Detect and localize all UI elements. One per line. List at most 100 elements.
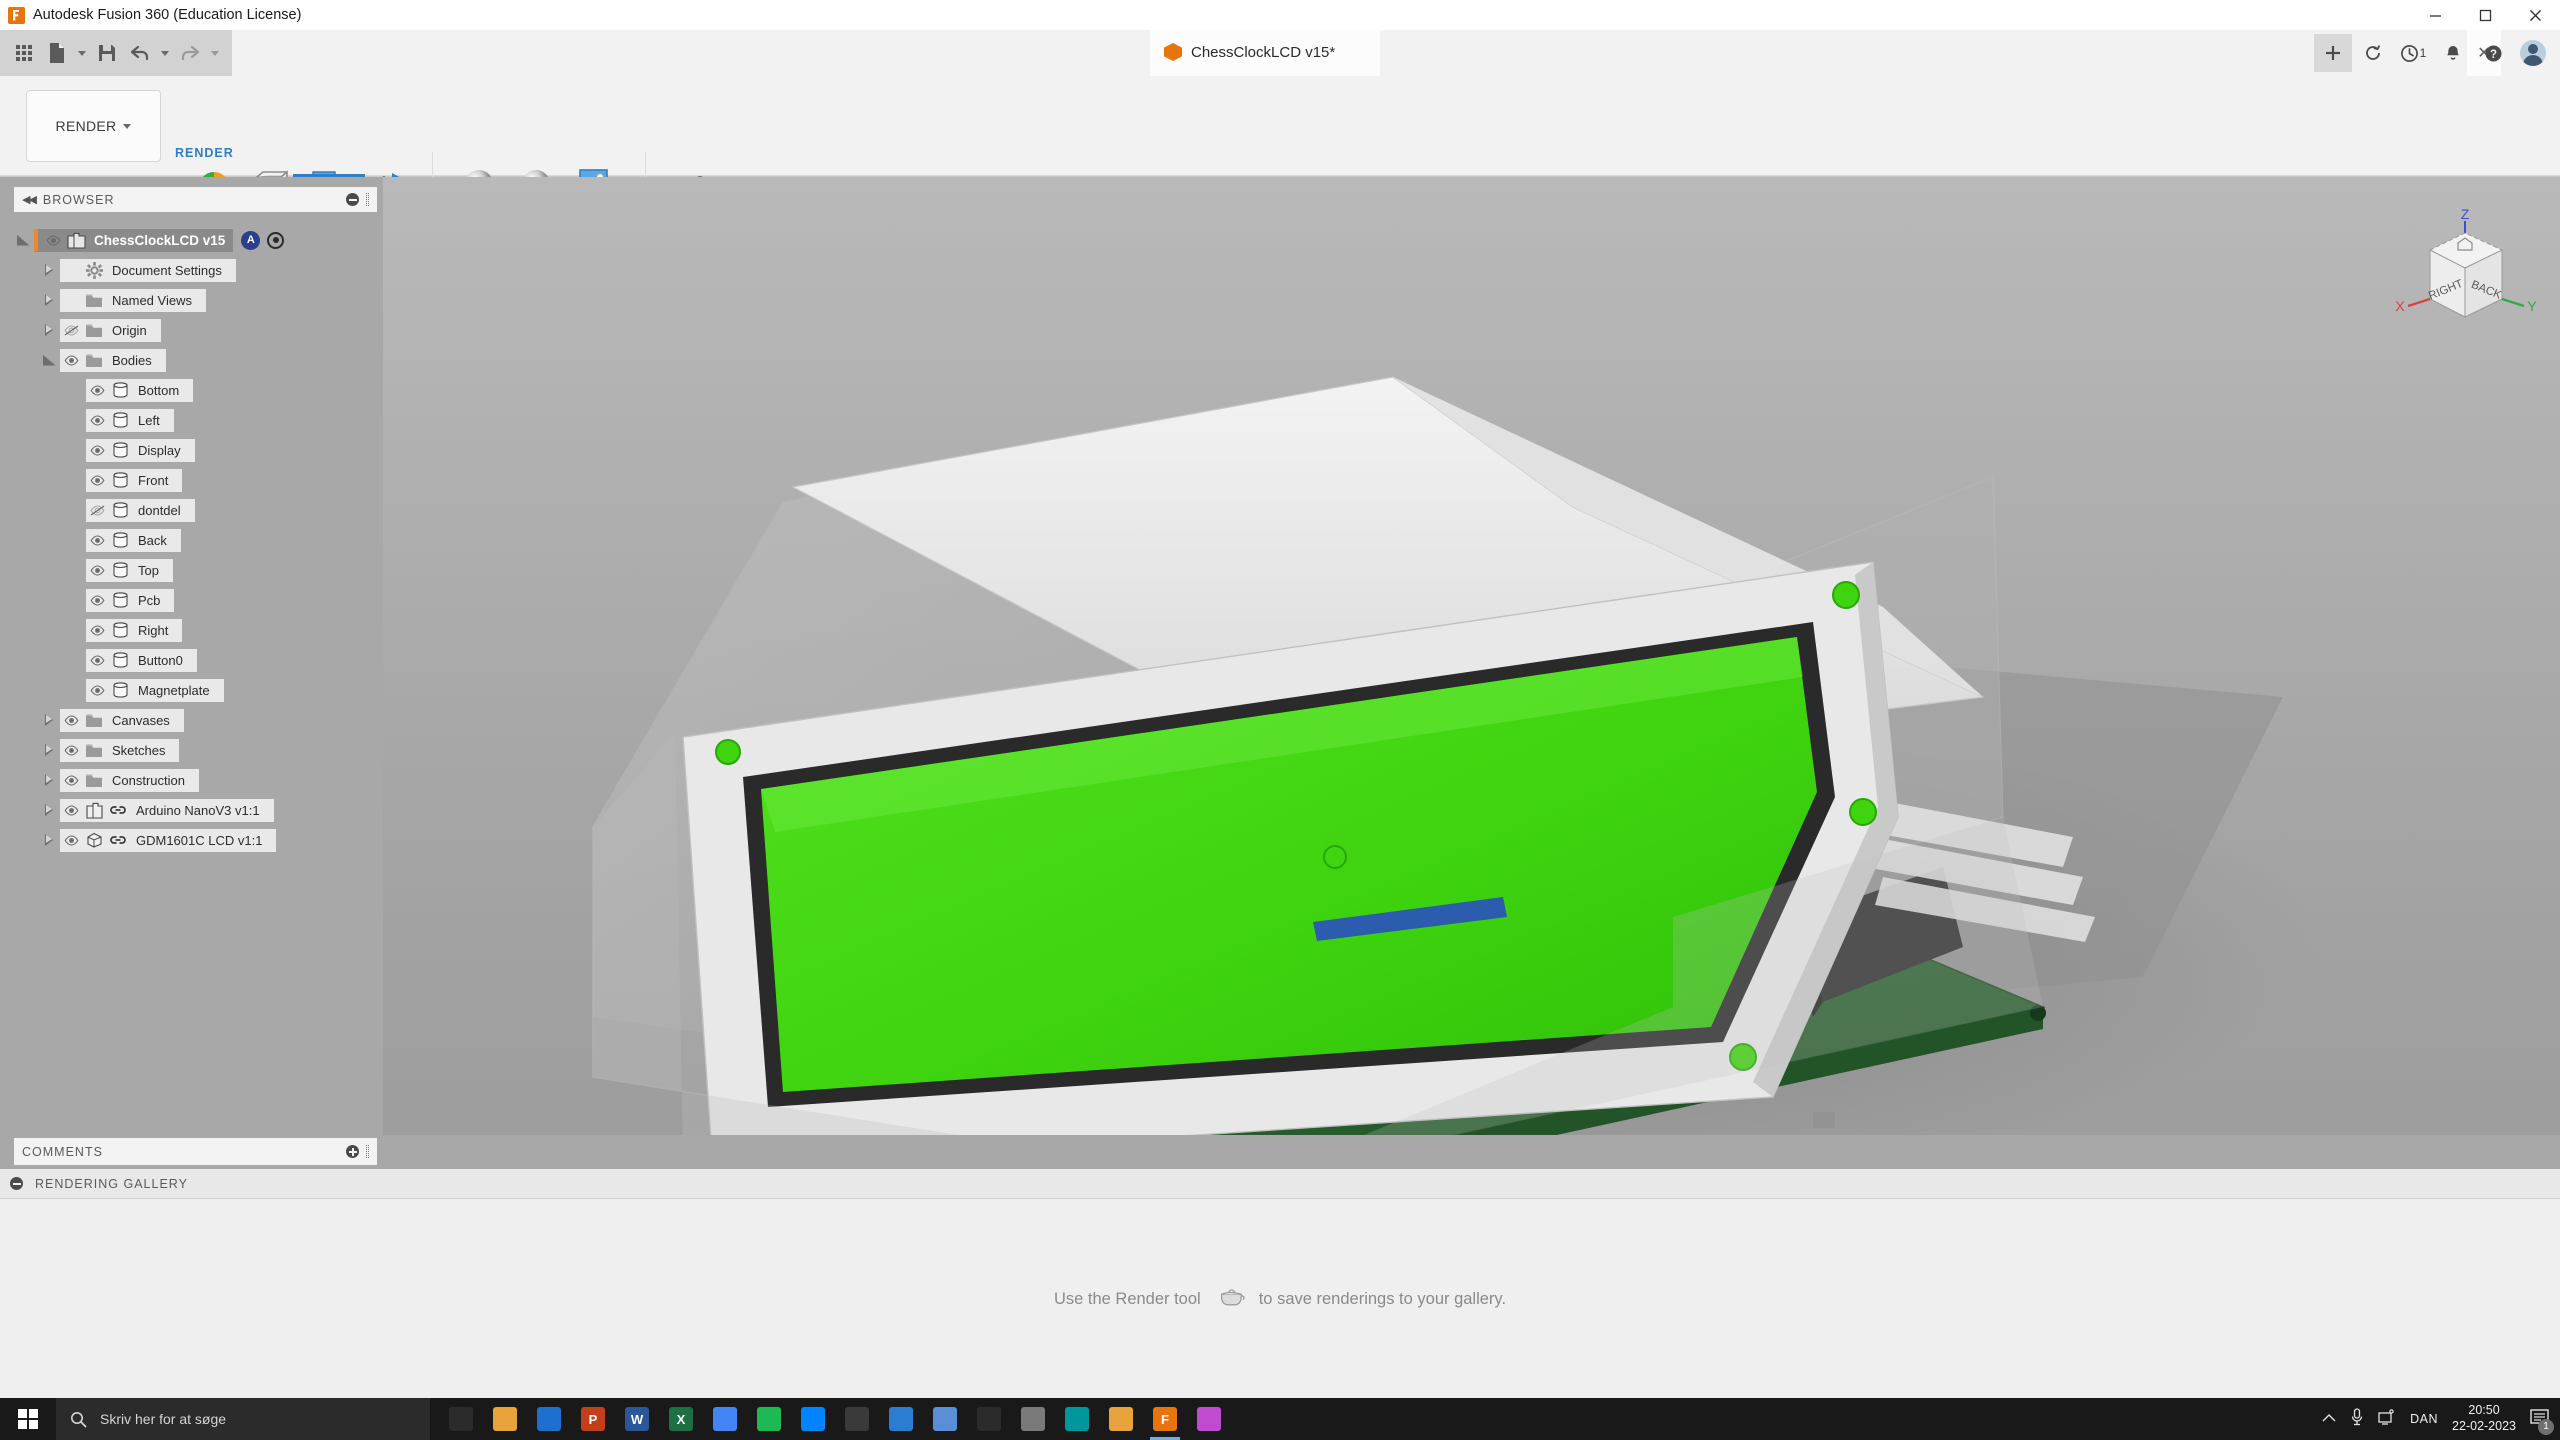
visibility-off-icon[interactable] bbox=[60, 324, 82, 336]
visibility-on-icon[interactable] bbox=[86, 534, 108, 546]
close-window-button[interactable] bbox=[2510, 0, 2560, 30]
tree-node-bodies[interactable]: Bodies bbox=[0, 345, 383, 375]
taskbar-app-slicer[interactable] bbox=[1100, 1398, 1142, 1440]
activate-component-radio[interactable] bbox=[267, 231, 285, 249]
undo-dropdown[interactable] bbox=[158, 38, 171, 68]
visibility-on-icon[interactable] bbox=[60, 354, 82, 366]
tree-node-left[interactable]: Left bbox=[0, 405, 383, 435]
tree-node-document-settings[interactable]: Document Settings bbox=[0, 255, 383, 285]
visibility-on-icon[interactable] bbox=[60, 834, 82, 846]
taskbar-app-vscode[interactable] bbox=[880, 1398, 922, 1440]
taskbar-app-terminal[interactable] bbox=[968, 1398, 1010, 1440]
visibility-on-icon[interactable] bbox=[86, 684, 108, 696]
collapse-arrow-icon[interactable] bbox=[12, 234, 34, 246]
visibility-on-icon[interactable] bbox=[86, 564, 108, 576]
new-document-tab-button[interactable] bbox=[2314, 34, 2352, 72]
expand-arrow-icon[interactable] bbox=[38, 803, 60, 817]
taskbar-app-task-view[interactable] bbox=[440, 1398, 482, 1440]
tree-node-display[interactable]: Display bbox=[0, 435, 383, 465]
redo-dropdown[interactable] bbox=[209, 38, 222, 68]
taskbar-app-outlook[interactable] bbox=[528, 1398, 570, 1440]
viewcube[interactable]: Z RIGHT BACK X Y bbox=[2390, 205, 2540, 340]
tree-node-top[interactable]: Top bbox=[0, 555, 383, 585]
tree-node-pcb[interactable]: Pcb bbox=[0, 585, 383, 615]
document-tab-chessclocklcd[interactable]: ChessClockLCD v15* bbox=[1150, 30, 1380, 76]
tree-node-named-views[interactable]: Named Views bbox=[0, 285, 383, 315]
expand-arrow-icon[interactable] bbox=[38, 743, 60, 757]
taskbar-app-word[interactable]: W bbox=[616, 1398, 658, 1440]
minimize-button[interactable] bbox=[2410, 0, 2460, 30]
taskbar-app-paint[interactable] bbox=[1188, 1398, 1230, 1440]
user-avatar[interactable] bbox=[2514, 34, 2552, 72]
visibility-on-icon[interactable] bbox=[60, 744, 82, 756]
expand-arrow-icon[interactable] bbox=[38, 263, 60, 277]
visibility-on-icon[interactable] bbox=[60, 804, 82, 816]
tree-node-construction[interactable]: Construction bbox=[0, 765, 383, 795]
clock[interactable]: 20:50 22-02-2023 bbox=[2452, 1403, 2516, 1434]
start-icon[interactable] bbox=[0, 1398, 56, 1440]
gallery-collapse-icon[interactable] bbox=[10, 1177, 23, 1190]
browser-collapse-all-icon[interactable] bbox=[346, 193, 359, 206]
tree-node-magnetplate[interactable]: Magnetplate bbox=[0, 675, 383, 705]
tree-node-sketches[interactable]: Sketches bbox=[0, 735, 383, 765]
taskbar-app-chrome[interactable] bbox=[704, 1398, 746, 1440]
taskbar-app-arduino[interactable] bbox=[1056, 1398, 1098, 1440]
tree-node-bottom[interactable]: Bottom bbox=[0, 375, 383, 405]
new-document-dropdown[interactable] bbox=[76, 38, 89, 68]
visibility-on-icon[interactable] bbox=[60, 714, 82, 726]
workspace-selector[interactable]: RENDER bbox=[26, 90, 161, 162]
tree-node-right[interactable]: Right bbox=[0, 615, 383, 645]
tree-node-back[interactable]: Back bbox=[0, 525, 383, 555]
browser-resize-grip[interactable] bbox=[366, 193, 369, 206]
search-input[interactable]: Skriv her for at søge bbox=[56, 1398, 430, 1440]
collapse-browser-icon[interactable]: ◀◀ bbox=[22, 193, 37, 206]
taskbar-app-fusion360[interactable]: F bbox=[1144, 1398, 1186, 1440]
expand-arrow-icon[interactable] bbox=[38, 773, 60, 787]
notifications-bell-icon[interactable] bbox=[2434, 34, 2472, 72]
comments-resize-grip[interactable] bbox=[366, 1145, 369, 1158]
tree-node-chessclocklcd-v15[interactable]: ChessClockLCD v15 A bbox=[0, 225, 383, 255]
network-display-icon[interactable] bbox=[2378, 1408, 2396, 1430]
visibility-on-icon[interactable] bbox=[86, 444, 108, 456]
maximize-button[interactable] bbox=[2460, 0, 2510, 30]
tree-node-button0[interactable]: Button0 bbox=[0, 645, 383, 675]
action-center-icon[interactable]: 1 bbox=[2530, 1408, 2554, 1435]
visibility-on-icon[interactable] bbox=[86, 414, 108, 426]
refresh-icon[interactable] bbox=[2354, 34, 2392, 72]
add-comment-icon[interactable] bbox=[346, 1145, 359, 1158]
tree-node-arduino-nanov3-v1-1[interactable]: Arduino NanoV3 v1:1 bbox=[0, 795, 383, 825]
collapse-arrow-icon[interactable] bbox=[38, 354, 60, 366]
tree-node-front[interactable]: Front bbox=[0, 465, 383, 495]
visibility-on-icon[interactable] bbox=[86, 384, 108, 396]
taskbar-app-powerpoint[interactable]: P bbox=[572, 1398, 614, 1440]
tray-expand-icon[interactable] bbox=[2322, 1410, 2336, 1428]
tree-node-dontdel[interactable]: dontdel bbox=[0, 495, 383, 525]
rendering-gallery-header[interactable]: RENDERING GALLERY bbox=[0, 1169, 2560, 1199]
canvas-3d-viewport[interactable]: Z RIGHT BACK X Y bbox=[383, 177, 2560, 1181]
expand-arrow-icon[interactable] bbox=[38, 293, 60, 307]
save-icon[interactable] bbox=[93, 38, 122, 68]
visibility-on-icon[interactable] bbox=[60, 774, 82, 786]
visibility-on-icon[interactable] bbox=[86, 624, 108, 636]
apps-grid-icon[interactable] bbox=[10, 38, 39, 68]
taskbar-app-explorer[interactable] bbox=[484, 1398, 526, 1440]
taskbar-app-printer[interactable] bbox=[1012, 1398, 1054, 1440]
visibility-on-icon[interactable] bbox=[86, 654, 108, 666]
visibility-on-icon[interactable] bbox=[42, 234, 64, 246]
expand-arrow-icon[interactable] bbox=[38, 833, 60, 847]
taskbar-app-spotify[interactable] bbox=[748, 1398, 790, 1440]
tree-node-gdm1601c-lcd-v1-1[interactable]: GDM1601C LCD v1:1 bbox=[0, 825, 383, 855]
visibility-on-icon[interactable] bbox=[86, 594, 108, 606]
microphone-icon[interactable] bbox=[2350, 1407, 2364, 1431]
new-document-icon[interactable] bbox=[43, 38, 72, 68]
expand-arrow-icon[interactable] bbox=[38, 323, 60, 337]
taskbar-app-messenger[interactable] bbox=[792, 1398, 834, 1440]
undo-icon[interactable] bbox=[126, 38, 155, 68]
job-status-icon[interactable]: 1 bbox=[2394, 34, 2432, 72]
language-indicator[interactable]: DAN bbox=[2410, 1412, 2438, 1426]
taskbar-app-pin[interactable] bbox=[836, 1398, 878, 1440]
redo-icon[interactable] bbox=[176, 38, 205, 68]
tree-node-origin[interactable]: Origin bbox=[0, 315, 383, 345]
help-icon[interactable]: ? bbox=[2474, 34, 2512, 72]
visibility-on-icon[interactable] bbox=[86, 474, 108, 486]
